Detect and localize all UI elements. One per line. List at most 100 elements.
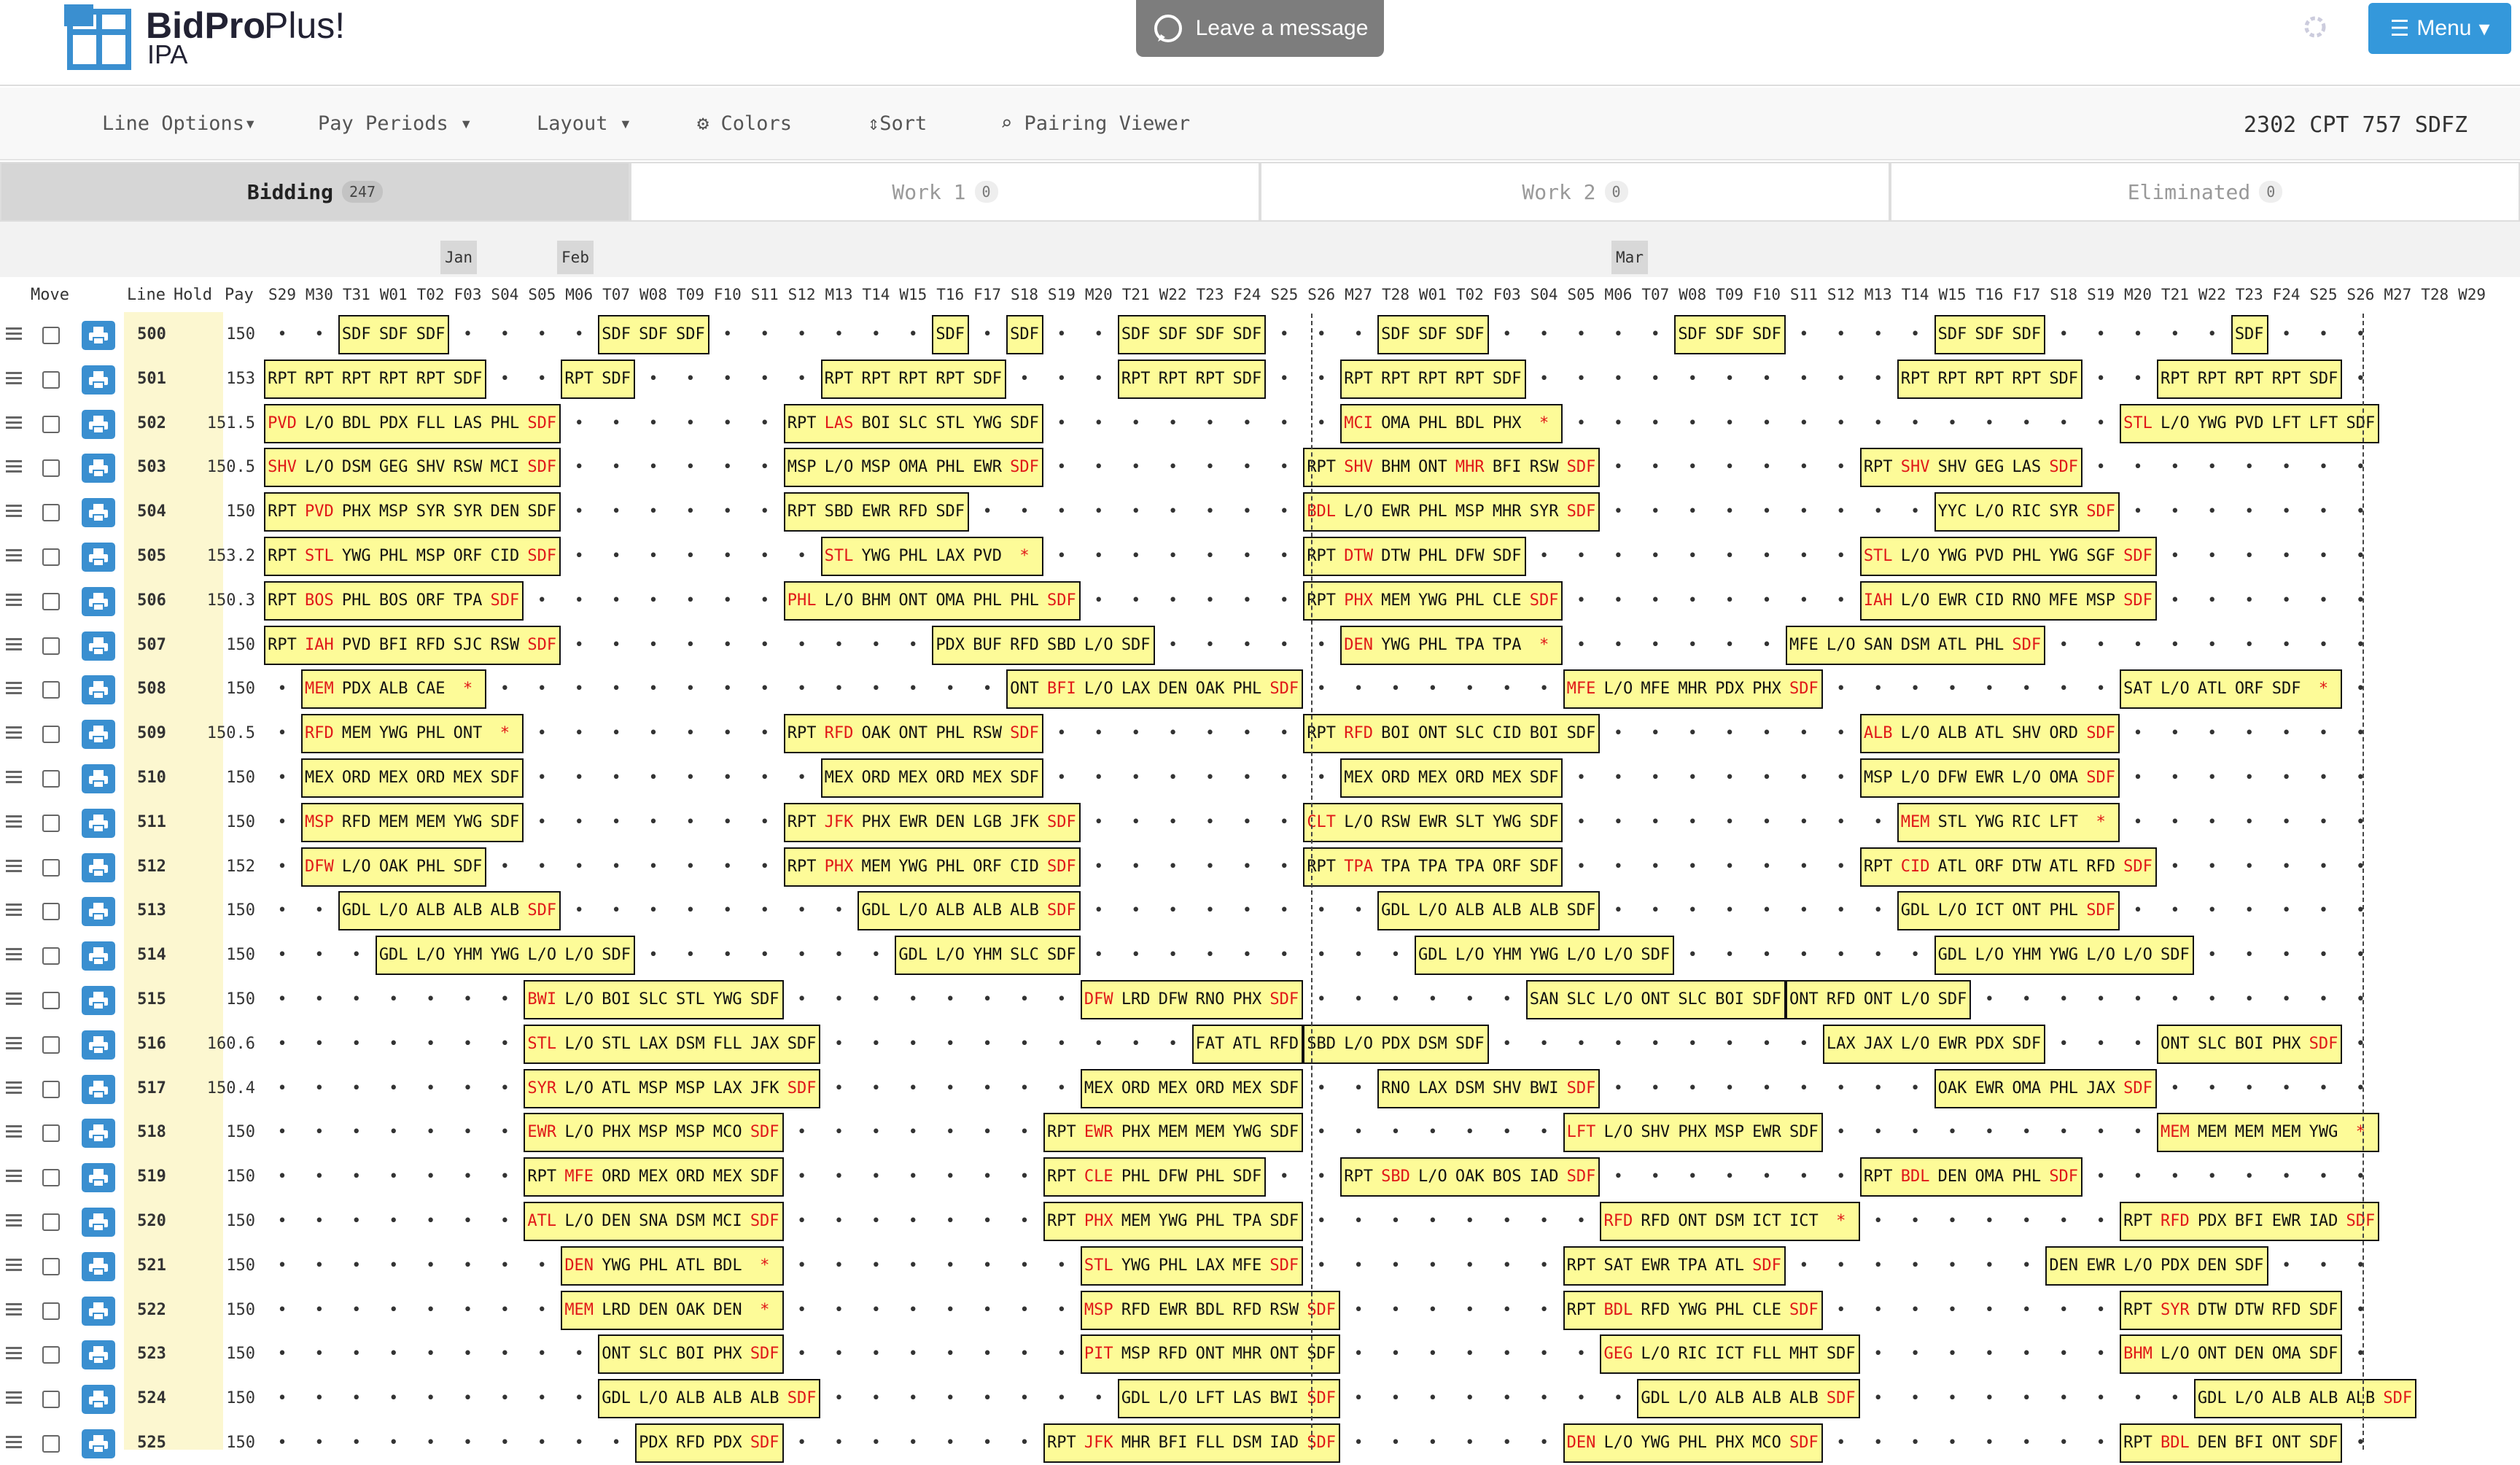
trip-block[interactable]: MEM LRD DEN OAK DEN * [561, 1290, 784, 1330]
trip-block[interactable]: RFD RFD ONT DSM ICT ICT * [1600, 1202, 1860, 1241]
line-row[interactable]: 523 150 ONT SLC BOI PHX SDF PIT MSP RFD ONT MHR ONT S… [0, 1332, 2520, 1376]
trip-block[interactable]: RPT PHX MEM YWG PHL TPA SDF [1043, 1202, 1304, 1241]
select-checkbox[interactable] [42, 770, 60, 788]
print-icon[interactable] [82, 498, 115, 528]
trip-block[interactable]: RPT SBD EWR RFD SDF [783, 492, 970, 532]
print-icon[interactable] [82, 1074, 115, 1104]
trip-block[interactable]: DEN YWG PHL TPA TPA * [1340, 625, 1563, 665]
trip-block[interactable]: MSP RFD EWR BDL RFD RSW SDF [1080, 1290, 1341, 1330]
select-checkbox[interactable] [42, 327, 60, 344]
line-row[interactable]: 512 152 DFW L/O OAK PHL SDF RPT PHX MEM YWG PHL ORF C… [0, 844, 2520, 889]
trip-block[interactable]: RPT RPT RPT RPT SDF [820, 359, 1006, 399]
trip-block[interactable]: RPT RPT RPT SDF [1117, 359, 1267, 399]
trip-block[interactable]: GDL L/O YHM YWG L/O L/O SDF [1934, 936, 2194, 976]
line-row[interactable]: 517 150.4 SYR L/O ATL MSP MSP LAX JFK SDF MEX ORD ME… [0, 1066, 2520, 1111]
select-checkbox[interactable] [42, 992, 60, 1009]
trip-block[interactable]: ONT RFD ONT L/O SDF [1785, 980, 1972, 1019]
print-icon[interactable] [82, 1208, 115, 1237]
print-icon[interactable] [82, 1163, 115, 1193]
trip-block[interactable]: SDF SDF SDF [1674, 315, 1786, 354]
trip-block[interactable]: MSP RFD MEM MEM YWG SDF [300, 802, 524, 842]
trip-block[interactable]: STL L/O YWG PVD PHL YWG SGF SDF [1859, 537, 2157, 576]
trip-block[interactable]: RPT IAH PVD BFI RFD SJC RSW SDF [264, 625, 561, 665]
trip-block[interactable]: DFW L/O OAK PHL SDF [300, 847, 487, 887]
drag-handle-icon[interactable] [6, 1436, 22, 1449]
trip-block[interactable]: SBD L/O PDX DSM SDF [1303, 1024, 1489, 1064]
trip-block[interactable]: SYR L/O ATL MSP MSP LAX JFK SDF [524, 1068, 821, 1108]
line-row[interactable]: 507 150 RPT IAH PVD BFI RFD SJC RSW SDF PDX BUF RFD S… [0, 623, 2520, 667]
print-icon[interactable] [82, 1429, 115, 1458]
trip-block[interactable]: SDF SDF SDF [598, 315, 709, 354]
pay-periods-dropdown[interactable]: Pay Periods ▾ [318, 112, 472, 135]
print-icon[interactable] [82, 454, 115, 483]
line-row[interactable]: 520 150 ATL L/O DEN SNA DSM MCI SDF RPT PHX MEM YWG P… [0, 1199, 2520, 1243]
trip-block[interactable]: RPT RFD OAK ONT PHL RSW SDF [783, 714, 1043, 754]
trip-block[interactable]: RPT SHV SHV GEG LAS SDF [1859, 448, 2083, 488]
select-checkbox[interactable] [42, 947, 60, 965]
print-icon[interactable] [82, 720, 115, 750]
line-row[interactable]: 505 153.2 RPT STL YWG PHL MSP ORF CID SDF STL YWG PH… [0, 534, 2520, 578]
trip-block[interactable]: IAH L/O EWR CID RNO MFE MSP SDF [1859, 580, 2157, 621]
trip-block[interactable]: RPT CID ATL ORF DTW ATL RFD SDF [1859, 847, 2157, 887]
print-icon[interactable] [82, 1030, 115, 1060]
trip-block[interactable]: RPT RPT RPT RPT SDF [1340, 359, 1526, 399]
trip-block[interactable]: GDL L/O ALB ALB ALB SDF [1377, 891, 1601, 931]
line-row[interactable]: 518 150 EWR L/O PHX MSP MSP MCO SDF RPT EWR PHX MEM M… [0, 1110, 2520, 1154]
trip-block[interactable]: RPT DTW DTW PHL DFW SDF [1303, 537, 1526, 576]
line-row[interactable]: 522 150 MEM LRD DEN OAK DEN * MSP RFD EWR BDL RFD RSW… [0, 1288, 2520, 1332]
select-checkbox[interactable] [42, 548, 60, 566]
trip-block[interactable]: MEX ORD MEX ORD MEX SDF [1080, 1068, 1304, 1108]
trip-block[interactable]: RPT RFD PDX BFI EWR IAD SDF [2120, 1202, 2380, 1241]
drag-handle-icon[interactable] [6, 327, 22, 341]
trip-block[interactable]: STL L/O YWG PVD LFT LFT SDF [2120, 403, 2380, 443]
trip-block[interactable]: RPT SHV BHM ONT MHR BFI RSW SDF [1303, 448, 1601, 488]
trip-block[interactable]: SHV L/O DSM GEG SHV RSW MCI SDF [264, 448, 561, 488]
line-row[interactable]: 510 150 MEX ORD MEX ORD MEX SDF MEX ORD MEX ORD MEX S… [0, 755, 2520, 800]
line-row[interactable]: 516 160.6 STL L/O STL LAX DSM FLL JAX SDF FAT ATL RF… [0, 1022, 2520, 1066]
line-row[interactable]: 501 153 RPT RPT RPT RPT RPT SDF RPT SDF RPT RPT RPT R… [0, 357, 2520, 401]
trip-block[interactable]: STL YWG PHL LAX MFE SDF [1080, 1246, 1304, 1286]
trip-block[interactable]: BWI L/O BOI SLC STL YWG SDF [524, 980, 784, 1019]
print-icon[interactable] [82, 764, 115, 793]
drag-handle-icon[interactable] [6, 1081, 22, 1095]
drag-handle-icon[interactable] [6, 1036, 22, 1050]
print-icon[interactable] [82, 586, 115, 616]
drag-handle-icon[interactable] [6, 416, 22, 430]
pay-header[interactable]: Pay [225, 286, 254, 304]
trip-block[interactable]: GDL L/O YHM YWG L/O L/O SDF [1414, 936, 1675, 976]
trip-block[interactable]: BDL L/O EWR PHL MSP MHR SYR SDF [1303, 492, 1601, 532]
select-checkbox[interactable] [42, 1257, 60, 1275]
drag-handle-icon[interactable] [6, 460, 22, 473]
trip-block[interactable]: PVD L/O BDL PDX FLL LAS PHL SDF [264, 403, 561, 443]
tab-eliminated[interactable]: Eliminated 0 [1890, 162, 2520, 222]
line-row[interactable]: 504 150 RPT PVD PHX MSP SYR SYR DEN SDF RPT SBD EWR R… [0, 489, 2520, 534]
trip-block[interactable]: GDL L/O LFT LAS BWI SDF [1117, 1379, 1341, 1419]
drag-handle-icon[interactable] [6, 815, 22, 828]
trip-block[interactable]: YYC L/O RIC SYR SDF [1934, 492, 2120, 532]
trip-block[interactable]: MSP L/O MSP OMA PHL EWR SDF [783, 448, 1043, 488]
select-checkbox[interactable] [42, 504, 60, 522]
trip-block[interactable]: GDL L/O ALB ALB ALB SDF [598, 1379, 821, 1419]
trip-block[interactable]: RPT SBD L/O OAK BOS IAD SDF [1340, 1157, 1601, 1197]
trip-block[interactable]: GDL L/O YHM SLC SDF [895, 936, 1081, 976]
line-row[interactable]: 524 150 GDL L/O ALB ALB ALB SDF GDL L/O LFT LAS BWI S… [0, 1376, 2520, 1421]
select-checkbox[interactable] [42, 681, 60, 699]
trip-block[interactable]: RPT RPT RPT RPT SDF [1897, 359, 2083, 399]
trip-block[interactable]: ONT SLC BOI PHX SDF [2156, 1024, 2343, 1064]
trip-block[interactable]: RPT PHX MEM YWG PHL CLE SDF [1303, 580, 1563, 621]
select-checkbox[interactable] [42, 726, 60, 744]
line-row[interactable]: 519 150 RPT MFE ORD MEX ORD MEX SDF RPT CLE PHL DFW P… [0, 1154, 2520, 1199]
sort-button[interactable]: ⇕Sort [868, 112, 927, 135]
line-row[interactable]: 525 150 PDX RFD PDX SDF RPT JFK MHR BFI FLL DSM IAD S… [0, 1421, 2520, 1465]
select-checkbox[interactable] [42, 858, 60, 877]
line-options-dropdown[interactable]: Line Options▾ [102, 112, 256, 135]
select-checkbox[interactable] [42, 1169, 60, 1187]
pairing-viewer-button[interactable]: ⌕ Pairing Viewer [1000, 112, 1190, 135]
print-icon[interactable] [82, 986, 115, 1015]
select-checkbox[interactable] [42, 1124, 60, 1143]
select-checkbox[interactable] [42, 370, 60, 389]
trip-block[interactable]: SAT L/O ATL ORF SDF * [2120, 669, 2343, 710]
trip-block[interactable]: MEX ORD MEX ORD MEX SDF [820, 758, 1043, 798]
trip-block[interactable]: RPT JFK MHR BFI FLL DSM IAD SDF [1043, 1423, 1341, 1463]
line-row[interactable]: 502 151.5 PVD L/O BDL PDX FLL LAS PHL SDF RPT LAS BO… [0, 401, 2520, 446]
